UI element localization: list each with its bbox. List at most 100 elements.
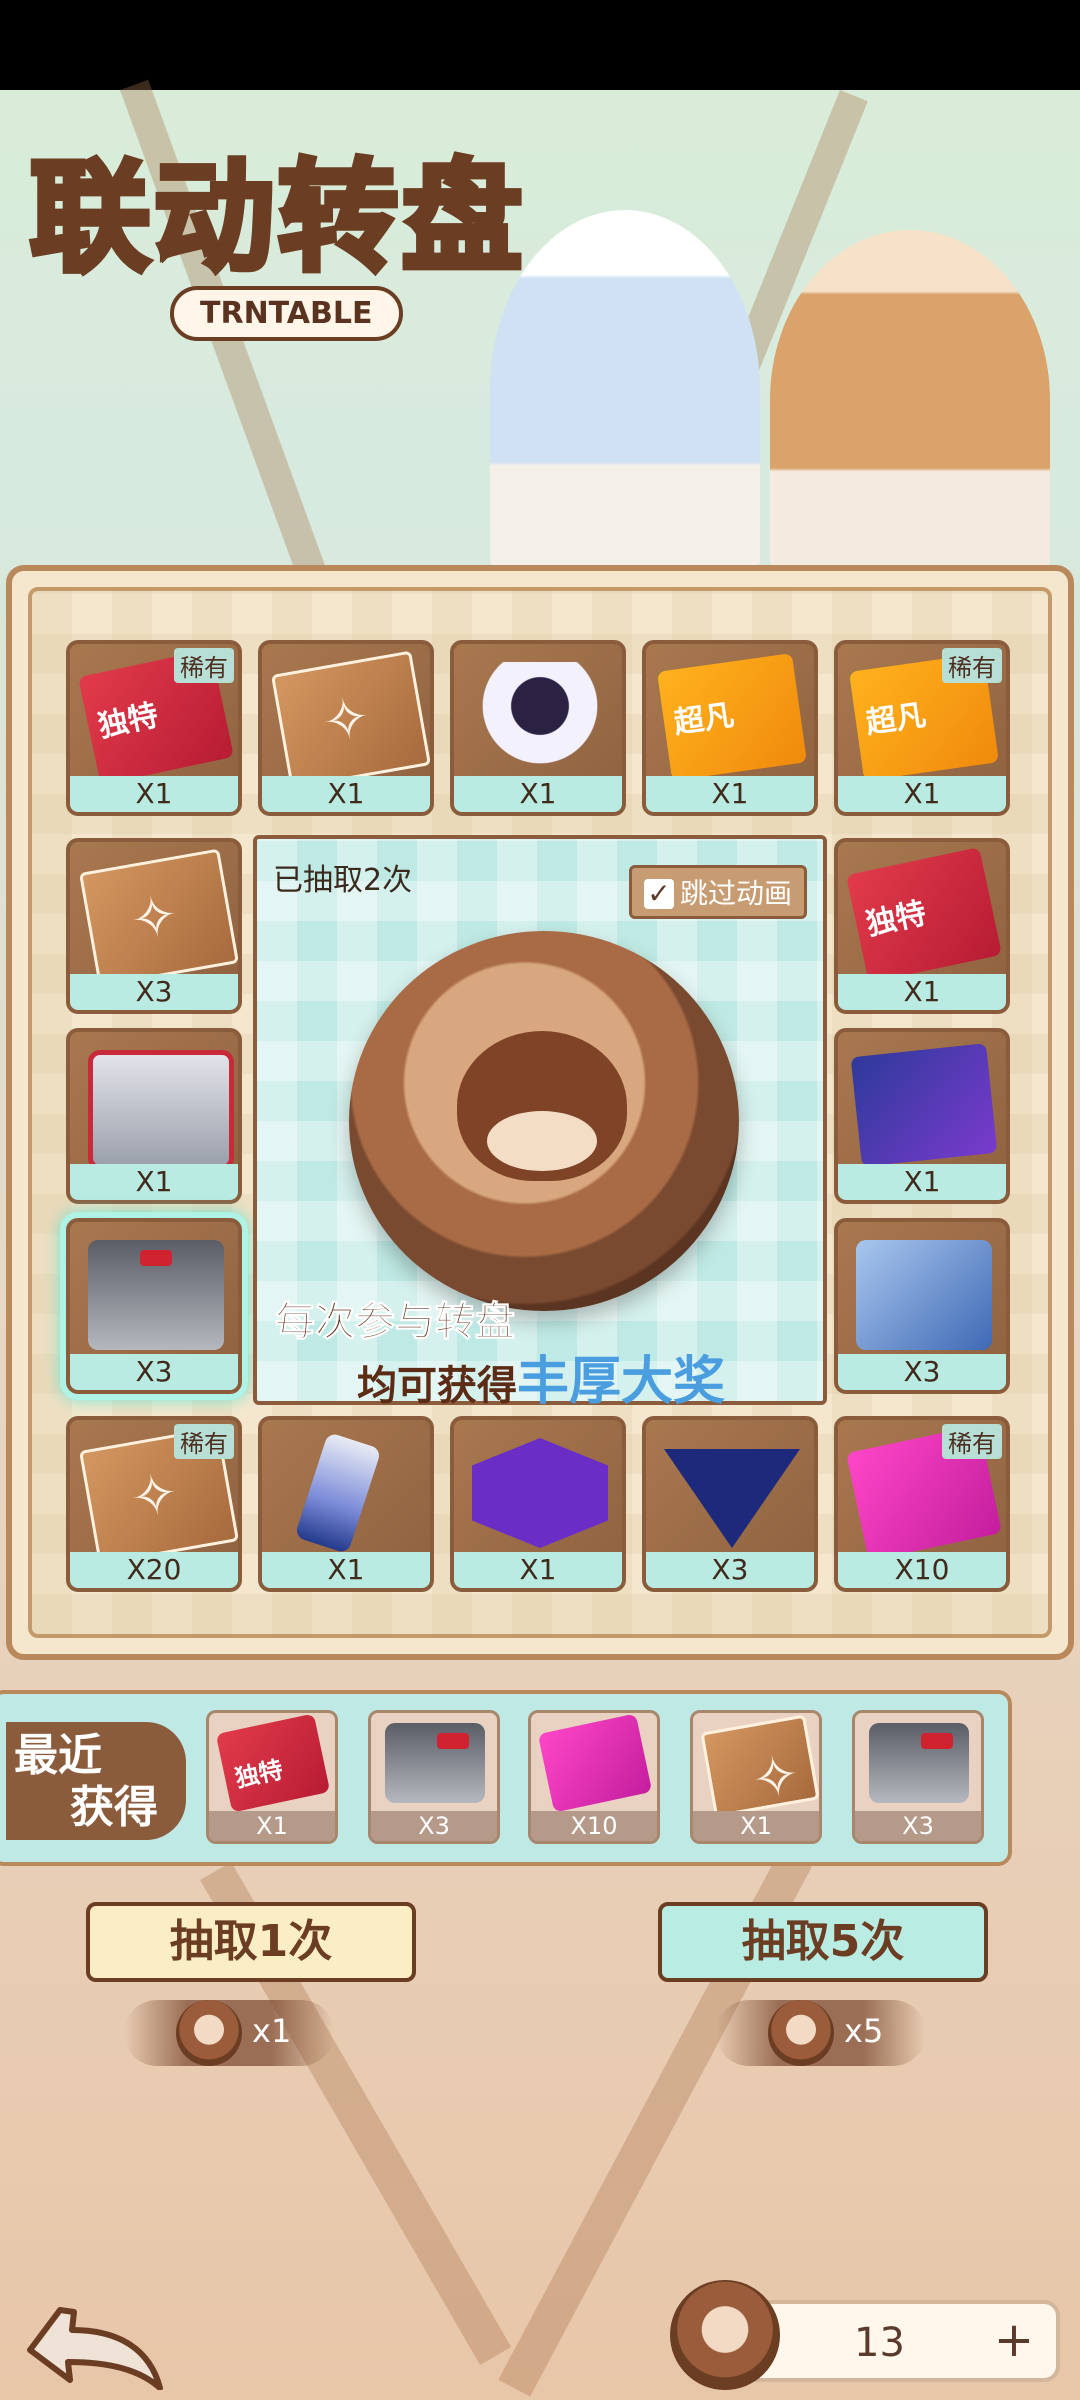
coin-mouth [487, 1111, 597, 1171]
rare-badge: 稀有 [942, 648, 1002, 683]
draw-five-cost-value: x5 [844, 2012, 884, 2050]
turntable-coin-icon [349, 931, 739, 1311]
prize-quantity: X1 [646, 776, 814, 812]
recent-reward-quantity: X3 [855, 1811, 981, 1841]
prize-slot: 独特 X1 [834, 838, 1010, 1014]
box-dark-icon [88, 1240, 224, 1350]
rare-badge: 稀有 [942, 1424, 1002, 1459]
ticket-text: 独特 [863, 895, 930, 943]
recent-rewards-label: 最近 获得 [6, 1722, 186, 1840]
prize-slot: 超凡 X1 [642, 640, 818, 816]
character-illustration [470, 190, 1070, 570]
hex-purple-icon [472, 1438, 608, 1548]
recent-reward-item: X3 [852, 1710, 984, 1844]
ticket-text: 独特 [95, 697, 162, 745]
page-title: 联动转盘 [27, 146, 526, 291]
prize-slot: X3 [66, 1218, 242, 1394]
ticket-text: 超凡 [863, 697, 929, 741]
recent-reward-item: 独特 X1 [206, 1710, 338, 1844]
prize-slot: 独特 稀有 X1 [66, 640, 242, 816]
brown-card-icon [79, 848, 238, 988]
promo-line-2-highlight: 丰厚大奖 [517, 1352, 726, 1412]
skip-animation-toggle[interactable]: ✓ 跳过动画 [628, 865, 807, 919]
prize-quantity: X10 [838, 1552, 1006, 1588]
ticket-text: 超凡 [671, 697, 737, 741]
prize-slot: X1 [450, 1416, 626, 1592]
draw-once-button[interactable]: 抽取1次 [86, 1902, 416, 1982]
recent-reward-quantity: X1 [693, 1811, 819, 1841]
draw-five-cost: x5 [716, 2000, 926, 2066]
prize-quantity: X1 [838, 1164, 1006, 1200]
draw-count: 已抽取2次 [273, 863, 413, 898]
prize-quantity: X3 [70, 974, 238, 1010]
prize-quantity: X1 [262, 1552, 430, 1588]
promo-line-2-prefix: 均可获得 [357, 1363, 517, 1409]
prize-quantity: X1 [454, 776, 622, 812]
center-panel: 已抽取2次 ✓ 跳过动画 每次参与转盘 均可获得丰厚大奖 [253, 835, 827, 1412]
prize-quantity: X20 [70, 1552, 238, 1588]
robot-icon [472, 662, 608, 772]
recent-reward-quantity: X3 [371, 1811, 497, 1841]
promo-line-2: 均可获得丰厚大奖 [357, 1339, 725, 1414]
rare-badge: 稀有 [174, 1424, 234, 1459]
add-coins-button[interactable]: + [988, 2316, 1040, 2368]
prize-slot: X1 [258, 1416, 434, 1592]
coin-icon [176, 2000, 242, 2066]
recent-label-line2: 获得 [70, 1782, 158, 1833]
coin-icon [768, 2000, 834, 2066]
box-dark-icon [869, 1723, 969, 1803]
brown-card-icon [700, 1714, 819, 1818]
prize-quantity: X3 [646, 1552, 814, 1588]
ticket-red-icon: 独特 [846, 847, 1002, 983]
checkbox-icon: ✓ [643, 879, 674, 909]
prize-slot: 稀有 X20 [66, 1416, 242, 1592]
box-red-icon [88, 1050, 234, 1170]
prize-slot: X3 [642, 1416, 818, 1592]
prize-slot: X3 [834, 1218, 1010, 1394]
can-icon [294, 1432, 382, 1554]
brown-card-icon [271, 650, 430, 790]
prize-quantity: X1 [70, 1164, 238, 1200]
case-blue-icon [856, 1240, 992, 1350]
prize-slot: X1 [258, 640, 434, 816]
recent-reward-item: X10 [528, 1710, 660, 1844]
draw-once-cost-value: x1 [252, 2012, 292, 2050]
prize-slot: 超凡 稀有 X1 [834, 640, 1010, 816]
recent-reward-item: X3 [368, 1710, 500, 1844]
prize-slot: X1 [834, 1028, 1010, 1204]
draw-once-cost: x1 [124, 2000, 334, 2066]
character-blue-hair [490, 210, 760, 570]
coin-balance: 13 + [740, 2300, 1060, 2382]
ticket-pink-icon [537, 1713, 653, 1813]
recent-reward-quantity: X1 [209, 1811, 335, 1841]
back-arrow-icon[interactable] [20, 2290, 170, 2390]
prize-quantity: X1 [70, 776, 238, 812]
page-subtitle: TRNTABLE [170, 286, 403, 341]
ticket-orange-icon: 超凡 [657, 653, 807, 781]
prize-quantity: X1 [262, 776, 430, 812]
box-dark-icon [385, 1723, 485, 1803]
prize-slot: X1 [450, 640, 626, 816]
prize-slot: 稀有 X10 [834, 1416, 1010, 1592]
prize-quantity: X1 [838, 974, 1006, 1010]
prize-quantity: X3 [838, 1354, 1006, 1390]
tri-dark-icon [664, 1449, 800, 1548]
rare-badge: 稀有 [174, 648, 234, 683]
recent-label-line1: 最近 [14, 1730, 102, 1781]
ticket-text: 独特 [232, 1755, 286, 1793]
prize-quantity: X1 [838, 776, 1006, 812]
coin-balance-value: 13 [854, 2320, 905, 2366]
prize-slot: X1 [66, 1028, 242, 1204]
recent-reward-item: X1 [690, 1710, 822, 1844]
prize-quantity: X3 [70, 1354, 238, 1390]
recent-reward-quantity: X10 [531, 1811, 657, 1841]
ticket-red-icon: 独特 [215, 1713, 331, 1813]
skip-animation-label: 跳过动画 [679, 877, 792, 910]
character-brown-hair [770, 230, 1050, 570]
prize-slot: X3 [66, 838, 242, 1014]
prize-quantity: X1 [454, 1552, 622, 1588]
status-bar [0, 0, 1080, 90]
draw-five-button[interactable]: 抽取5次 [658, 1902, 988, 1982]
folder-icon [850, 1043, 998, 1167]
balance-coin-icon [670, 2280, 780, 2390]
